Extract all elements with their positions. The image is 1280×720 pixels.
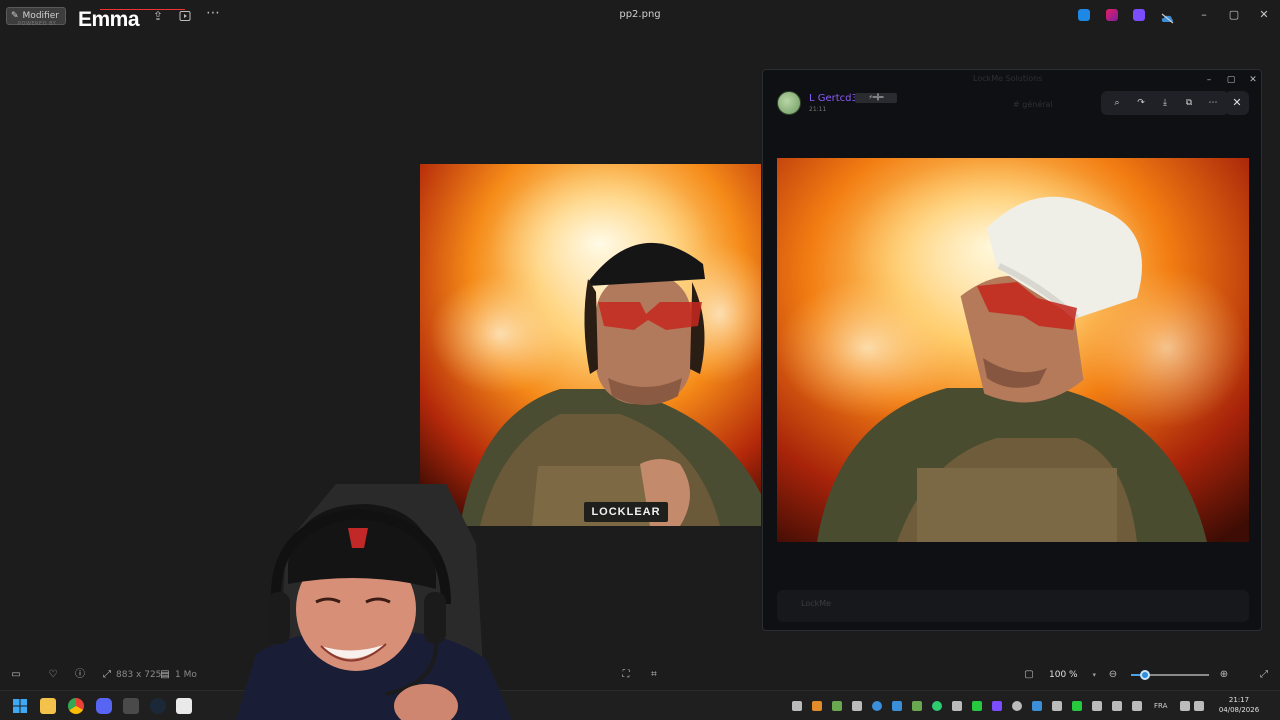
tray-icon-9[interactable] [952, 701, 962, 711]
avatar[interactable] [777, 91, 801, 115]
author-time: 21:11 [809, 106, 827, 113]
microphone-icon[interactable] [1132, 701, 1142, 711]
tray-icon-17[interactable] [1112, 701, 1122, 711]
close-button[interactable]: ✕ [1256, 8, 1272, 22]
viewer-bottom-bar: ▭ ♡ ⓘ ⤢ 883 x 725 ▤ 1 Mo ⛶ ⌗ ▢ 100 % ▾ ⊖… [0, 660, 1280, 690]
tray-icon-4[interactable] [852, 701, 862, 711]
bluetooth-icon[interactable] [1032, 701, 1042, 711]
app-purple-icon[interactable] [1133, 9, 1145, 21]
more-icon[interactable]: ⋯ [1205, 98, 1221, 108]
zoom-select[interactable]: 100 % ▾ [1043, 666, 1099, 684]
tray-icon-6[interactable] [892, 701, 902, 711]
author-tag: ⚡═╬═ [855, 93, 897, 103]
minimize-button[interactable]: – [1196, 8, 1212, 22]
tray-icon-11[interactable] [992, 701, 1002, 711]
network-icon[interactable] [1180, 701, 1190, 711]
zoom-slider-thumb[interactable] [1140, 670, 1150, 680]
image-dimensions: 883 x 725 [116, 670, 162, 680]
tray-icon-3[interactable] [832, 701, 842, 711]
taskbar: FRA 21:17 04/08/2026 [0, 690, 1280, 720]
info-icon[interactable]: ⓘ [73, 668, 87, 682]
webcam-overlay [236, 484, 512, 720]
dimensions-icon: ⤢ [103, 669, 111, 680]
crop-icon[interactable]: ⛶ [619, 668, 633, 682]
tray-icon-5[interactable] [872, 701, 882, 711]
zoom-value: 100 % [1049, 670, 1078, 680]
tray-icon-8[interactable] [932, 701, 942, 711]
fullscreen-icon[interactable]: ⤢ [1257, 668, 1271, 682]
tray-icon-2[interactable] [812, 701, 822, 711]
onedrive-icon[interactable] [1160, 9, 1174, 24]
clock-date: 04/08/2026 [1218, 706, 1260, 714]
discord-icon[interactable] [96, 698, 112, 714]
popup-window-close-button[interactable]: ✕ [1247, 74, 1259, 86]
tray-icon-10[interactable] [972, 701, 982, 711]
file-size: 1 Mo [175, 670, 197, 680]
app-pink-icon[interactable] [1106, 9, 1118, 21]
channel-name: # général [1013, 100, 1053, 109]
tray-icon-16[interactable] [1092, 701, 1102, 711]
tray-icon-1[interactable] [792, 701, 802, 711]
zoom-out-icon[interactable]: ⊖ [1106, 668, 1120, 682]
media-toolbar: ⌕ ↷ ⤓ ⧉ ⋯ [1101, 91, 1229, 115]
chrome-icon[interactable] [68, 698, 84, 714]
zoom-icon[interactable]: ⌕ [1109, 98, 1125, 108]
forward-icon[interactable]: ↷ [1133, 98, 1149, 108]
clock-time: 21:17 [1228, 696, 1250, 704]
language-indicator[interactable]: FRA [1154, 702, 1167, 710]
tray-icon-12[interactable] [1012, 701, 1022, 711]
main-photo[interactable] [420, 164, 761, 526]
zoom-in-icon[interactable]: ⊕ [1217, 668, 1231, 682]
windows-icon[interactable] [12, 698, 28, 714]
tray-icon-15[interactable] [1072, 701, 1082, 711]
tray-icon-7[interactable] [912, 701, 922, 711]
open-external-icon[interactable]: ⧉ [1181, 98, 1197, 108]
discord-popup-window: LockMe Solutions – ▢ ✕ L Gertcd3 ⚡═╬═ 21… [762, 69, 1262, 631]
locklear-badge: LOCKLEAR [584, 502, 668, 522]
steam-icon[interactable] [150, 698, 166, 714]
media-close-button[interactable]: ✕ [1225, 91, 1249, 115]
title-bar: ✎ Modifier POWERED BY Emma ⇪ ⋯ pp2.png –… [0, 0, 1280, 32]
popup-minimize-button[interactable]: – [1203, 74, 1215, 86]
app-blue-icon[interactable] [1078, 9, 1090, 21]
scan-icon[interactable]: ⌗ [647, 668, 661, 682]
clock[interactable]: 21:17 04/08/2026 [1206, 695, 1272, 715]
message-input-label: LockMe [801, 599, 832, 608]
message-input[interactable]: LockMe [777, 590, 1249, 622]
file-size-icon: ▤ [160, 669, 170, 680]
maximize-button[interactable]: ▢ [1226, 8, 1242, 22]
explorer-icon[interactable] [40, 698, 56, 714]
calculator-icon[interactable] [123, 698, 139, 714]
favorite-icon[interactable]: ♡ [46, 668, 60, 682]
download-icon[interactable]: ⤓ [1157, 98, 1173, 108]
filmstrip-icon[interactable]: ▭ [9, 668, 23, 682]
tray-icon-14[interactable] [1052, 701, 1062, 711]
powered-by-label: POWERED BY [18, 21, 57, 27]
popup-photo[interactable] [777, 158, 1249, 542]
author-name[interactable]: L Gertcd3 [809, 93, 858, 104]
notepad-icon[interactable] [176, 698, 192, 714]
fit-to-window-icon[interactable]: ▢ [1022, 668, 1036, 682]
chevron-down-icon: ▾ [1092, 671, 1096, 679]
popup-window-title: LockMe Solutions [973, 74, 1043, 83]
zoom-slider[interactable] [1131, 670, 1209, 680]
volume-icon[interactable] [1194, 701, 1204, 711]
popup-maximize-button[interactable]: ▢ [1225, 74, 1237, 86]
